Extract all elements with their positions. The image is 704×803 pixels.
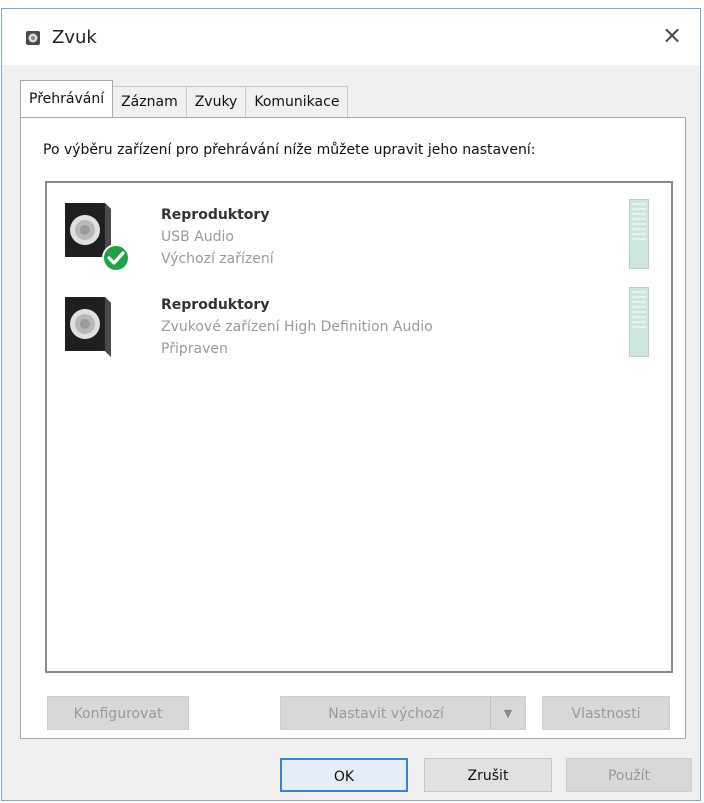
chevron-down-icon[interactable]: ▼: [490, 697, 525, 729]
playback-panel: Po výběru zařízení pro přehrávání níže m…: [20, 117, 686, 739]
sound-dialog: Zvuk × Přehrávání Záznam Zvuky Komunikac…: [1, 8, 701, 801]
device-description: Zvukové zařízení High Definition Audio: [161, 319, 433, 335]
window-title: Zvuk: [52, 27, 97, 48]
tab-communications[interactable]: Komunikace: [245, 86, 349, 117]
device-status: Výchozí zařízení: [161, 251, 274, 267]
set-default-label: Nastavit výchozí: [328, 706, 444, 722]
device-item[interactable]: Reproduktory Zvukové zařízení High Defin…: [47, 283, 671, 375]
speaker-icon: [26, 31, 40, 45]
device-status: Připraven: [161, 341, 228, 357]
properties-button[interactable]: Vlastnosti: [542, 696, 670, 730]
tab-bar: Přehrávání Záznam Zvuky Komunikace: [20, 79, 349, 117]
checkmark-icon: [102, 244, 130, 272]
volume-meter: [629, 287, 649, 357]
apply-button[interactable]: Použít: [566, 758, 692, 792]
device-name: Reproduktory: [161, 207, 270, 223]
device-item[interactable]: Reproduktory USB Audio Výchozí zařízení: [47, 189, 671, 281]
configure-button[interactable]: Konfigurovat: [47, 696, 189, 730]
close-icon[interactable]: ×: [658, 21, 686, 49]
tab-sounds[interactable]: Zvuky: [185, 86, 247, 117]
set-default-button[interactable]: Nastavit výchozí ▼: [280, 696, 526, 730]
device-list[interactable]: Reproduktory USB Audio Výchozí zařízení: [45, 181, 673, 673]
ok-button[interactable]: OK: [280, 758, 408, 792]
cancel-button[interactable]: Zrušit: [424, 758, 552, 792]
device-description: USB Audio: [161, 229, 234, 245]
tab-playback[interactable]: Přehrávání: [20, 80, 114, 117]
speaker-icon: [65, 297, 111, 357]
tab-recording[interactable]: Záznam: [112, 86, 187, 117]
title-bar[interactable]: Zvuk ×: [2, 9, 700, 65]
volume-meter: [629, 199, 649, 269]
device-name: Reproduktory: [161, 297, 270, 313]
instruction-text: Po výběru zařízení pro přehrávání níže m…: [43, 142, 536, 158]
